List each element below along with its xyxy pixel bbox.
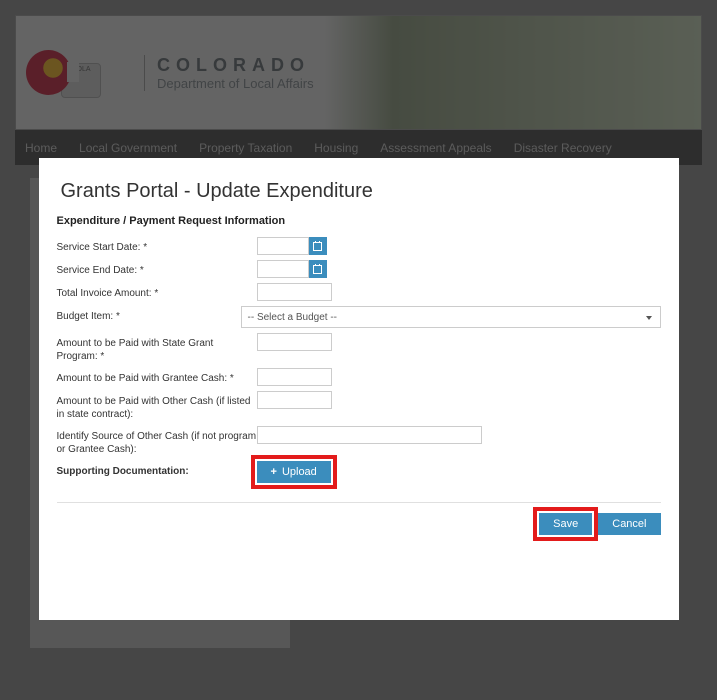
label-budget-item: Budget Item: * <box>57 306 241 323</box>
save-button[interactable]: Save <box>539 513 592 535</box>
service-start-date-picker-button[interactable] <box>309 237 327 255</box>
section-title: Expenditure / Payment Request Informatio… <box>57 215 661 227</box>
cancel-button[interactable]: Cancel <box>598 513 660 535</box>
amount-other-cash-input[interactable] <box>257 391 332 409</box>
label-amount-other: Amount to be Paid with Other Cash (if li… <box>57 391 257 421</box>
amount-state-grant-input[interactable] <box>257 333 332 351</box>
label-total-invoice: Total Invoice Amount: * <box>57 283 257 300</box>
plus-icon: + <box>271 466 277 478</box>
upload-button[interactable]: + Upload <box>257 461 331 483</box>
modal-title: Grants Portal - Update Expenditure <box>61 180 661 203</box>
modal-overlay: Grants Portal - Update Expenditure Expen… <box>0 0 717 700</box>
calendar-icon <box>313 265 322 274</box>
upload-button-label: Upload <box>282 466 317 478</box>
total-invoice-amount-input[interactable] <box>257 283 332 301</box>
calendar-icon <box>313 242 322 251</box>
modal-update-expenditure: Grants Portal - Update Expenditure Expen… <box>39 158 679 620</box>
budget-item-select[interactable]: -- Select a Budget -- <box>241 306 661 328</box>
cancel-button-label: Cancel <box>612 518 646 530</box>
divider <box>57 502 661 503</box>
amount-grantee-cash-input[interactable] <box>257 368 332 386</box>
modal-footer: Save Cancel <box>57 513 661 535</box>
identify-source-input[interactable] <box>257 426 482 444</box>
label-service-start: Service Start Date: * <box>57 237 257 254</box>
label-service-end: Service End Date: * <box>57 260 257 277</box>
save-button-label: Save <box>553 518 578 530</box>
budget-item-selected: -- Select a Budget -- <box>248 312 337 323</box>
service-end-date-picker-button[interactable] <box>309 260 327 278</box>
label-supporting-doc: Supporting Documentation: <box>57 461 257 478</box>
label-identify-source: Identify Source of Other Cash (if not pr… <box>57 426 257 456</box>
label-amount-grantee: Amount to be Paid with Grantee Cash: * <box>57 368 257 385</box>
service-start-date-input[interactable] <box>257 237 309 255</box>
service-end-date-input[interactable] <box>257 260 309 278</box>
label-amount-state: Amount to be Paid with State Grant Progr… <box>57 333 257 363</box>
